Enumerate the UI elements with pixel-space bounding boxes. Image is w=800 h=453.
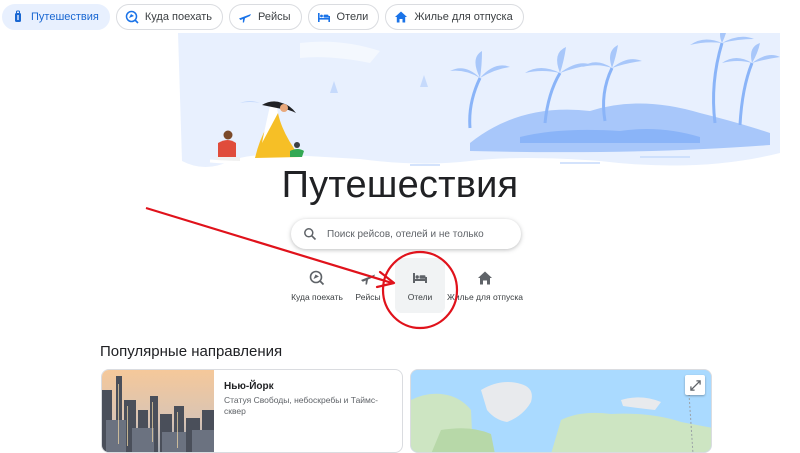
search-box[interactable]: Поиск рейсов, отелей и не только xyxy=(291,219,521,249)
quick-explore-label: Куда поехать xyxy=(291,292,343,302)
destination-description: Статуя Свободы, небоскребы и Таймс-сквер xyxy=(224,395,378,416)
world-map xyxy=(411,370,711,452)
nav-chip-travel[interactable]: Путешествия xyxy=(2,3,110,30)
nav-chip-label: Куда поехать xyxy=(144,10,212,23)
quick-flights-label: Рейсы xyxy=(355,292,381,302)
expand-icon xyxy=(689,379,701,391)
nav-chip-explore[interactable]: Куда поехать xyxy=(115,3,223,30)
popular-section-title: Популярные направления xyxy=(100,343,283,360)
nav-chip-label: Рейсы xyxy=(257,10,291,23)
search-icon xyxy=(303,227,317,241)
nav-chip-label: Путешествия xyxy=(31,10,99,23)
house-icon xyxy=(478,271,492,285)
nav-chip-hotels[interactable]: Отели xyxy=(307,3,380,30)
expand-map-button[interactable] xyxy=(685,375,705,395)
beach-illustration xyxy=(178,33,780,167)
bed-icon xyxy=(413,273,427,283)
plane-icon xyxy=(238,10,252,24)
quick-hotels[interactable]: Отели xyxy=(395,258,445,313)
nav-chip-label: Отели xyxy=(336,10,369,23)
plane-icon xyxy=(361,274,375,285)
explore-icon xyxy=(125,10,139,24)
nav-chip-flights[interactable]: Рейсы xyxy=(228,3,302,30)
destination-photo xyxy=(102,370,214,452)
hero-illustration xyxy=(0,33,800,183)
page-title: Путешествия xyxy=(281,164,519,206)
destination-card[interactable]: Нью-Йорк Статуя Свободы, небоскребы и Та… xyxy=(101,369,403,453)
bed-icon xyxy=(317,10,331,24)
nav-chip-vacation-rentals[interactable]: Жилье для отпуска xyxy=(385,3,524,30)
top-nav: Путешествия Куда поехать Рейсы Отели Жил… xyxy=(0,0,800,33)
quick-flights[interactable]: Рейсы xyxy=(350,258,386,313)
quick-explore[interactable]: Куда поехать xyxy=(285,258,349,313)
nav-chip-label: Жилье для отпуска xyxy=(414,10,513,23)
house-icon xyxy=(394,10,408,24)
destination-name: Нью-Йорк xyxy=(224,381,274,392)
quick-vacation-rentals[interactable]: Жилье для отпуска xyxy=(447,258,523,313)
search-input[interactable]: Поиск рейсов, отелей и не только xyxy=(327,229,484,240)
destinations-map[interactable] xyxy=(410,369,712,453)
quick-hotels-label: Отели xyxy=(407,292,433,302)
travel-bag-icon xyxy=(11,10,25,24)
quick-vacation-label: Жилье для отпуска xyxy=(446,292,524,302)
explore-icon xyxy=(309,270,325,286)
